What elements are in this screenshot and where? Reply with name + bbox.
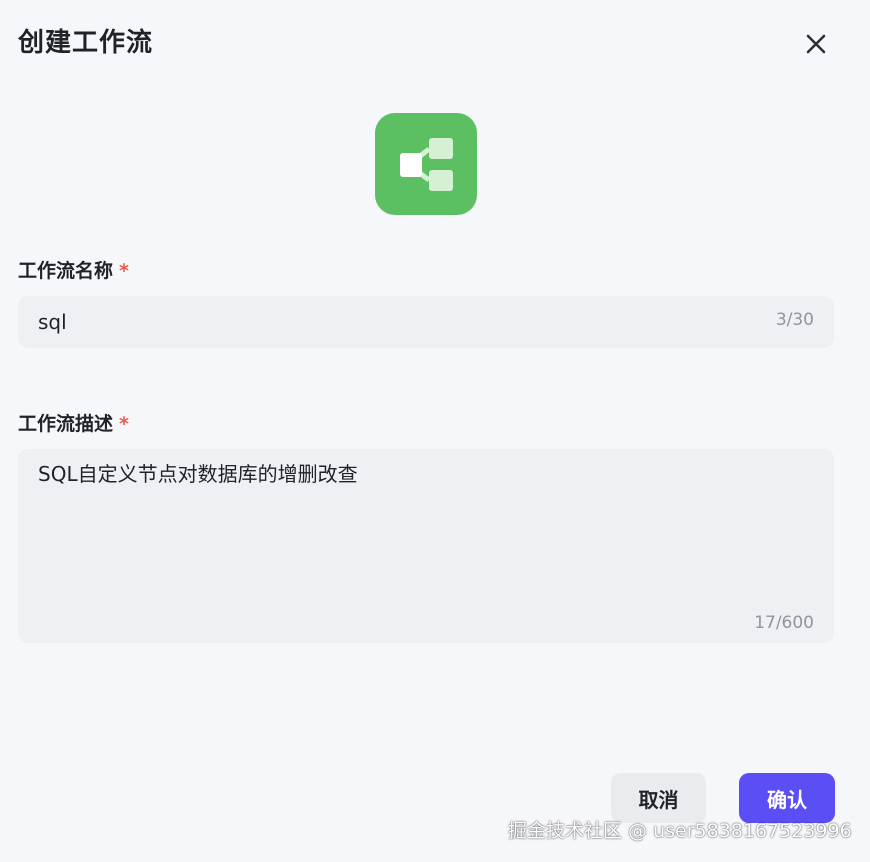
create-workflow-dialog: 创建工作流 工作流名称* 3/30 工作流描述* SQL自定义节点对数据库的增删… <box>0 0 870 862</box>
close-icon <box>806 34 826 54</box>
watermark: 掘金技术社区 @ user5838167523996 <box>508 820 852 842</box>
name-input-container: 3/30 <box>18 296 834 348</box>
dialog-title: 创建工作流 <box>18 28 154 58</box>
name-label-text: 工作流名称 <box>18 260 114 282</box>
required-mark: * <box>119 413 129 435</box>
description-field-label: 工作流描述 * <box>18 410 129 438</box>
name-field-label: 工作流名称 * <box>18 257 129 285</box>
workflow-app-icon[interactable] <box>375 113 477 215</box>
name-char-counter: 3/30 <box>775 310 814 330</box>
workflow-description-textarea[interactable]: SQL自定义节点对数据库的增删改查 <box>18 449 834 609</box>
description-char-counter: 17/600 <box>754 613 814 633</box>
required-mark: * <box>119 260 129 282</box>
workflow-name-input[interactable] <box>18 296 758 348</box>
description-textarea-container: SQL自定义节点对数据库的增删改查 17/600 <box>18 449 834 643</box>
workflow-icon <box>400 138 453 191</box>
close-button[interactable] <box>800 28 832 60</box>
description-label-text: 工作流描述 <box>18 413 114 435</box>
